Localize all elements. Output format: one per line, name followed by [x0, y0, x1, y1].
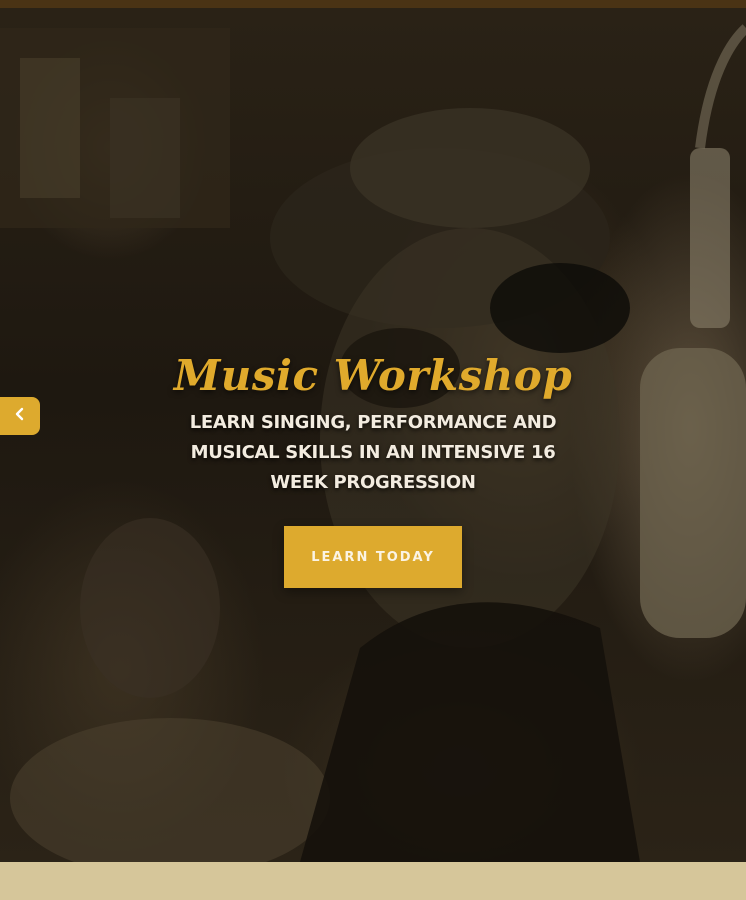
hero-title: Music Workshop — [173, 351, 573, 400]
bottom-band — [0, 862, 746, 900]
hero-subtitle: LEARN SINGING, PERFORMANCE AND MUSICAL S… — [189, 412, 557, 493]
hero-slide: Music Workshop LEARN SINGING, PERFORMANC… — [0, 8, 746, 862]
hero-content: Music Workshop LEARN SINGING, PERFORMANC… — [0, 348, 746, 588]
learn-today-button[interactable]: LEARN TODAY — [284, 526, 462, 588]
chevron-left-icon — [14, 407, 26, 426]
slider-prev-button[interactable] — [0, 397, 40, 435]
top-bar — [0, 0, 746, 8]
